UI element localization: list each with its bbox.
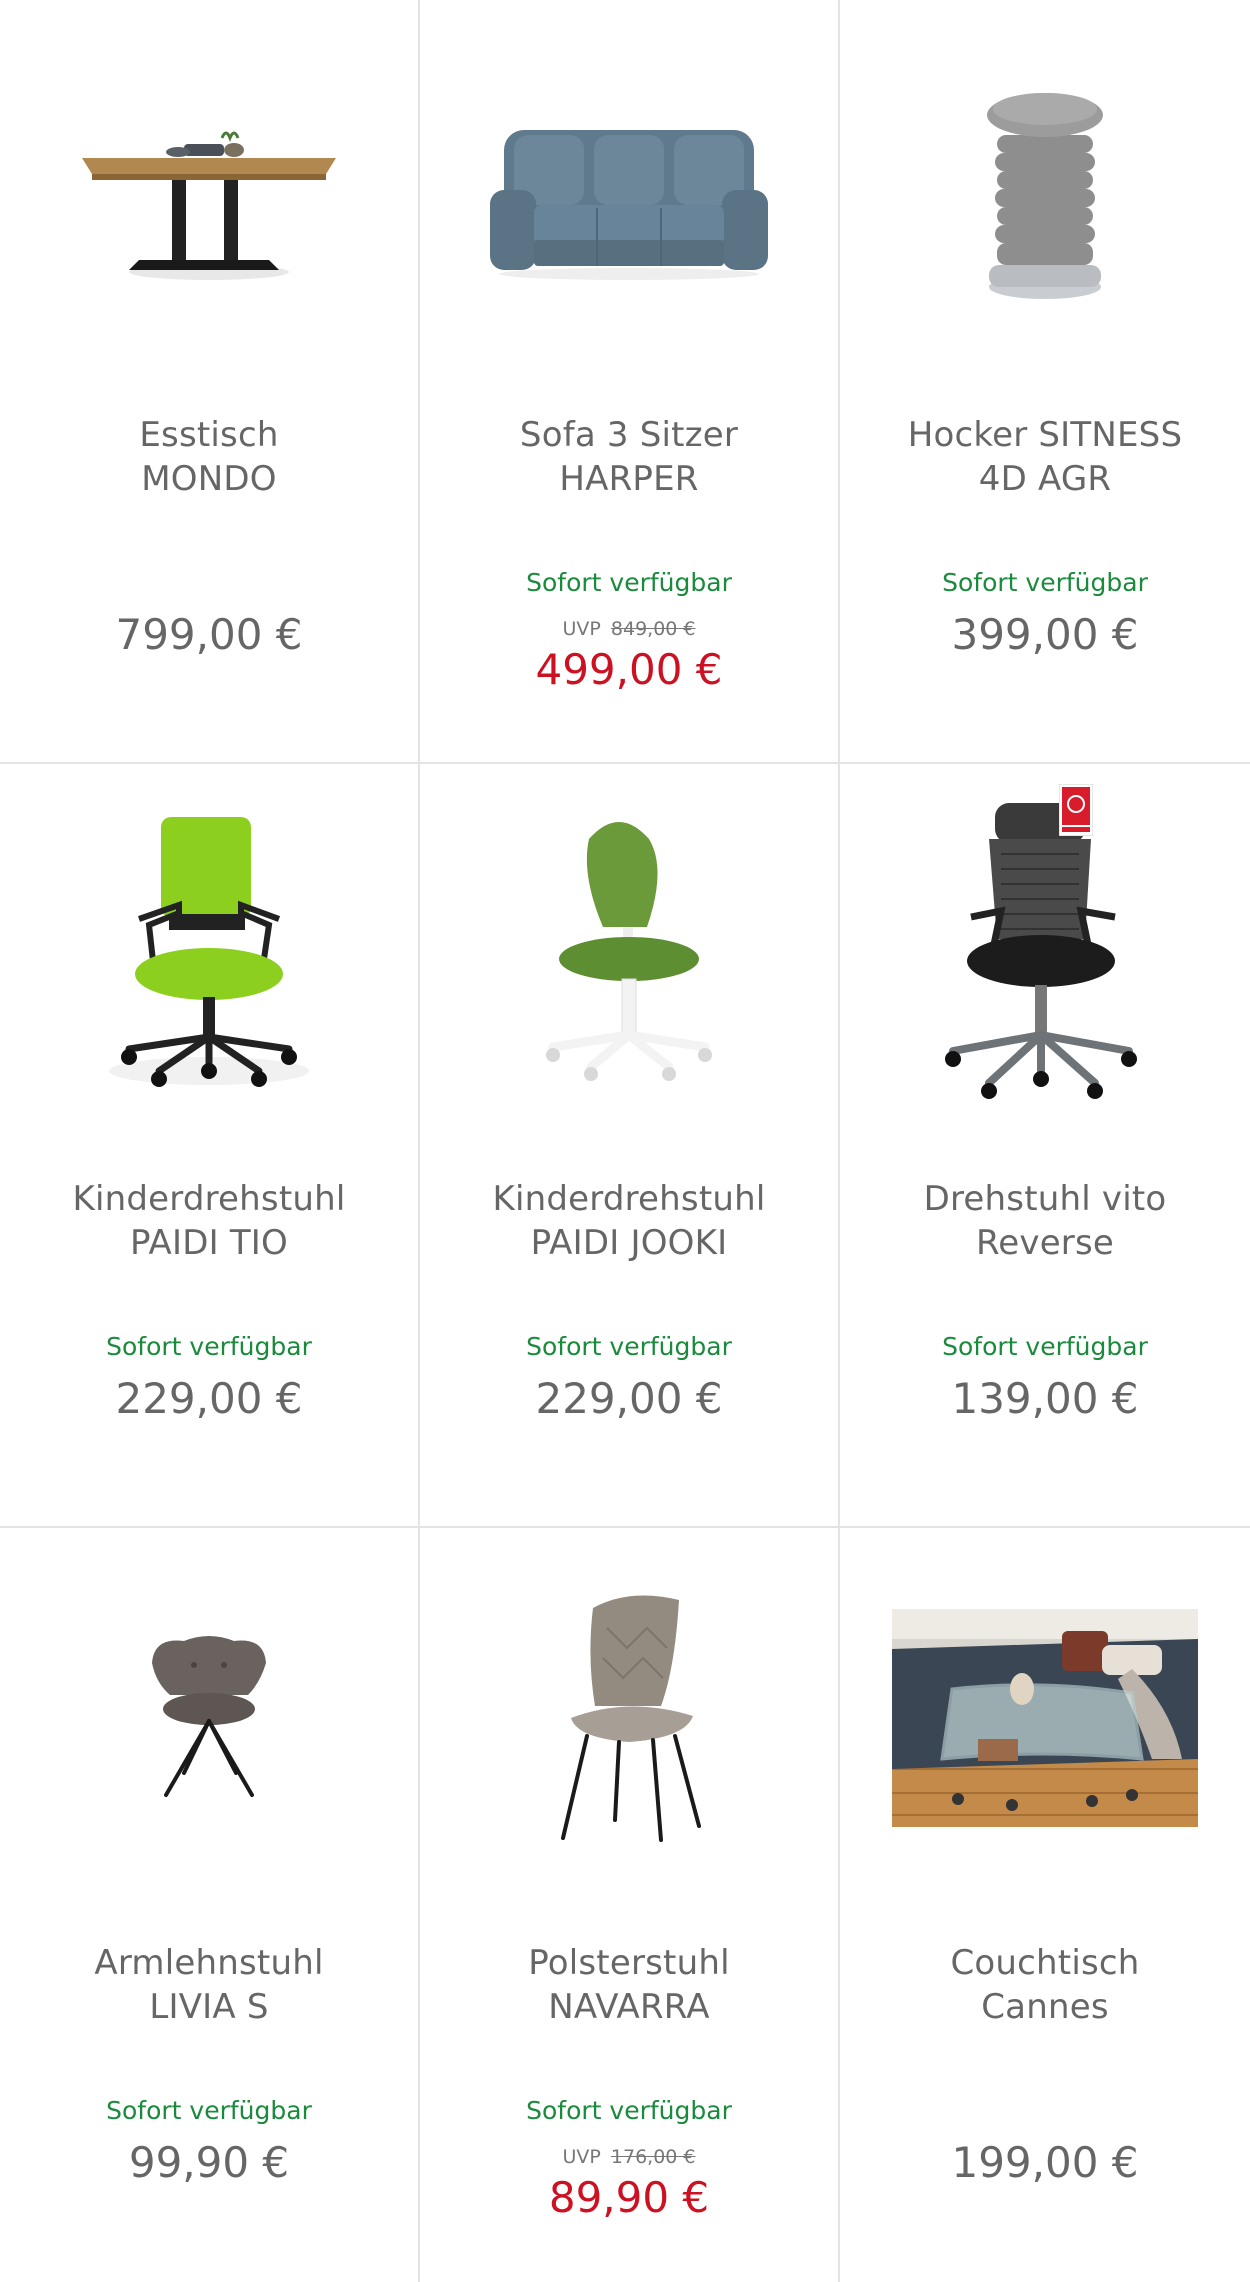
product-name-line1: Armlehnstuhl	[94, 1943, 324, 1983]
product-name[interactable]: Kinderdrehstuhl PAIDI JOOKI	[430, 1177, 828, 1265]
product-grid: Esstisch MONDO 799,00 € Sofa 3 Sitzer HA…	[0, 0, 1250, 2282]
availability-label: Sofort verfügbar	[942, 568, 1148, 597]
product-image[interactable]	[840, 784, 1250, 1124]
product-image[interactable]	[840, 1548, 1250, 1888]
product-image[interactable]	[0, 784, 418, 1124]
product-name-line2: PAIDI JOOKI	[530, 1223, 728, 1263]
uvp-label: UVP	[562, 2146, 601, 2168]
product-name-line2: Reverse	[975, 1223, 1115, 1263]
product-price: 799,00 €	[115, 610, 303, 659]
dining-table-image	[82, 131, 336, 280]
product-price: 229,00 €	[115, 1374, 303, 1423]
product-name-line1: Hocker SITNESS	[907, 415, 1183, 455]
product-image[interactable]	[840, 20, 1250, 360]
product-image[interactable]	[420, 784, 838, 1124]
product-image[interactable]	[0, 1548, 418, 1888]
sale-price: 499,00 €	[535, 645, 723, 694]
sale-price: 89,90 €	[548, 2173, 710, 2222]
availability-label: Sofort verfügbar	[526, 568, 732, 597]
product-name[interactable]: Polsterstuhl NAVARRA	[430, 1941, 828, 2029]
product-card-paidi-jooki[interactable]: Kinderdrehstuhl PAIDI JOOKI Sofort verfü…	[420, 764, 838, 1526]
product-name-line2: Cannes	[981, 1987, 1109, 2027]
product-price: 139,00 €	[951, 1374, 1139, 1423]
product-name-line2: HARPER	[559, 459, 699, 499]
product-name-line1: Drehstuhl vito	[923, 1179, 1167, 1219]
product-card-hocker-sitness[interactable]: Hocker SITNESS 4D AGR Sofort verfügbar 3…	[840, 0, 1250, 762]
product-card-drehstuhl-vito[interactable]: Drehstuhl vito Reverse Sofort verfügbar …	[840, 764, 1250, 1526]
uvp-old-price: 176,00 €	[610, 2146, 696, 2168]
product-image[interactable]	[420, 1548, 838, 1888]
product-name-line1: Sofa 3 Sitzer	[519, 415, 739, 455]
availability-label: Sofort verfügbar	[106, 2096, 312, 2125]
product-card-navarra[interactable]: Polsterstuhl NAVARRA Sofort verfügbar UV…	[420, 1528, 838, 2282]
product-name-line1: Kinderdrehstuhl	[492, 1179, 766, 1219]
stool-image	[987, 93, 1103, 299]
product-image[interactable]	[420, 20, 838, 360]
kids-chair-image	[546, 822, 712, 1081]
product-name-line1: Couchtisch	[950, 1943, 1140, 1983]
product-name-line2: NAVARRA	[548, 1987, 710, 2027]
product-price: 99,90 €	[128, 2138, 290, 2187]
product-name-line1: Kinderdrehstuhl	[72, 1179, 346, 1219]
product-card-livia-s[interactable]: Armlehnstuhl LIVIA S Sofort verfügbar 99…	[0, 1528, 418, 2282]
uvp-price: UVP 849,00 €	[420, 618, 838, 640]
availability-label: Sofort verfügbar	[526, 1332, 732, 1361]
product-name-line2: MONDO	[141, 459, 277, 499]
product-name-line2: PAIDI TIO	[130, 1223, 288, 1263]
availability-label: Sofort verfügbar	[942, 1332, 1148, 1361]
product-name-line2: LIVIA S	[149, 1987, 269, 2027]
product-name-line1: Polsterstuhl	[528, 1943, 730, 1983]
sofa-image	[490, 130, 768, 280]
product-card-couchtisch-cannes[interactable]: Couchtisch Cannes 199,00 €	[840, 1528, 1250, 2282]
uvp-price: UVP 176,00 €	[420, 2146, 838, 2168]
availability-label: Sofort verfügbar	[106, 1332, 312, 1361]
product-name-line1: Esstisch	[139, 415, 279, 455]
availability-label: Sofort verfügbar	[526, 2096, 732, 2125]
product-card-sofa-harper[interactable]: Sofa 3 Sitzer HARPER Sofort verfügbar UV…	[420, 0, 838, 762]
product-name-line2: 4D AGR	[978, 459, 1112, 499]
uvp-old-price: 849,00 €	[610, 618, 696, 640]
office-chair-black-image	[945, 803, 1137, 1099]
quality-seal-icon	[1058, 783, 1094, 837]
product-name[interactable]: Hocker SITNESS 4D AGR	[850, 413, 1240, 501]
uvp-label: UVP	[562, 618, 601, 640]
product-price: 199,00 €	[951, 2138, 1139, 2187]
product-name[interactable]: Couchtisch Cannes	[850, 1941, 1240, 2029]
product-name[interactable]: Armlehnstuhl LIVIA S	[10, 1941, 408, 2029]
office-chair-green-image	[109, 817, 309, 1087]
product-name[interactable]: Drehstuhl vito Reverse	[850, 1177, 1240, 1265]
product-name[interactable]: Kinderdrehstuhl PAIDI TIO	[10, 1177, 408, 1265]
product-card-esstisch-mondo[interactable]: Esstisch MONDO 799,00 €	[0, 0, 418, 762]
product-price: 229,00 €	[535, 1374, 723, 1423]
product-price: 399,00 €	[951, 610, 1139, 659]
coffee-table-scene-image	[892, 1609, 1198, 1827]
product-card-paidi-tio[interactable]: Kinderdrehstuhl PAIDI TIO Sofort verfügb…	[0, 764, 418, 1526]
product-image[interactable]	[0, 20, 418, 360]
product-name[interactable]: Sofa 3 Sitzer HARPER	[430, 413, 828, 501]
armchair-image	[152, 1636, 266, 1797]
product-name[interactable]: Esstisch MONDO	[10, 413, 408, 501]
upholstered-chair-image	[561, 1595, 701, 1842]
